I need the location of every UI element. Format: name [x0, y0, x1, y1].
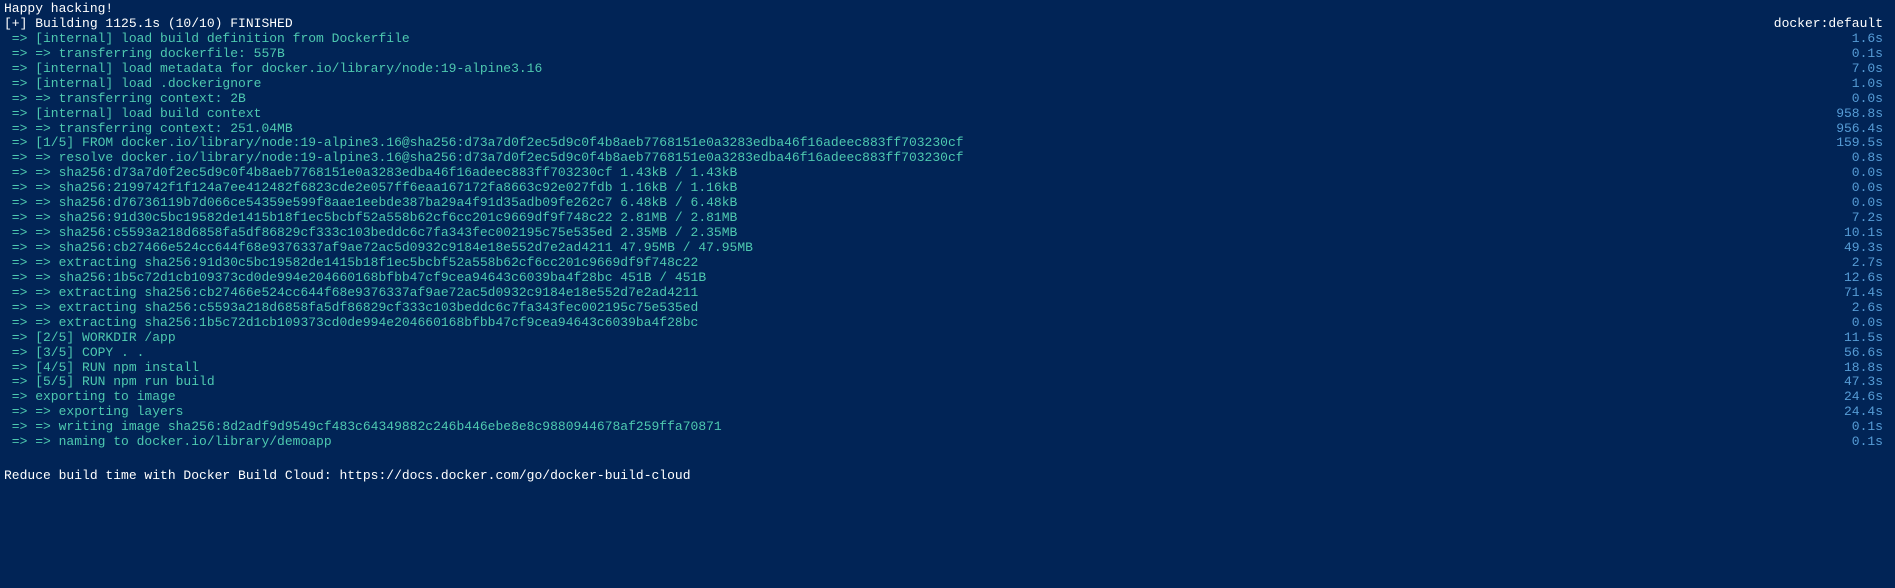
build-step-line: => [internal] load .dockerignore 1.0s	[4, 77, 1891, 92]
build-step-text: => [3/5] COPY . .	[4, 346, 144, 361]
build-status-line: [+] Building 1125.1s (10/10) FINISHED do…	[4, 17, 1891, 32]
build-step-line: => => sha256:d76736119b7d066ce54359e599f…	[4, 196, 1891, 211]
build-step-time: 0.1s	[1852, 420, 1891, 435]
build-step-time: 49.3s	[1844, 241, 1891, 256]
build-step-time: 956.4s	[1836, 122, 1891, 137]
build-step-time: 11.5s	[1844, 331, 1891, 346]
build-step-text: => [internal] load build context	[4, 107, 261, 122]
build-step-text: => => sha256:d76736119b7d066ce54359e599f…	[4, 196, 737, 211]
build-step-text: => => sha256:91d30c5bc19582de1415b18f1ec…	[4, 211, 737, 226]
build-step-text: => => sha256:2199742f1f124a7ee412482f682…	[4, 181, 737, 196]
build-step-text: => => transferring context: 251.04MB	[4, 122, 293, 137]
build-step-time: 24.4s	[1844, 405, 1891, 420]
build-step-time: 2.7s	[1852, 256, 1891, 271]
build-step-text: => => exporting layers	[4, 405, 183, 420]
build-step-line: => => sha256:91d30c5bc19582de1415b18f1ec…	[4, 211, 1891, 226]
build-step-line: => => exporting layers 24.4s	[4, 405, 1891, 420]
build-step-text: => [4/5] RUN npm install	[4, 361, 199, 376]
build-step-time: 18.8s	[1844, 361, 1891, 376]
build-step-time: 159.5s	[1836, 136, 1891, 151]
build-step-time: 0.0s	[1852, 92, 1891, 107]
build-step-text: => [5/5] RUN npm run build	[4, 375, 215, 390]
build-step-line: => => extracting sha256:1b5c72d1cb109373…	[4, 316, 1891, 331]
build-step-time: 958.8s	[1836, 107, 1891, 122]
build-step-time: 56.6s	[1844, 346, 1891, 361]
build-step-line: => [4/5] RUN npm install 18.8s	[4, 361, 1891, 376]
build-status-left: [+] Building 1125.1s (10/10) FINISHED	[4, 17, 293, 32]
build-step-line: => => extracting sha256:91d30c5bc19582de…	[4, 256, 1891, 271]
build-step-time: 2.6s	[1852, 301, 1891, 316]
build-step-line: => [internal] load metadata for docker.i…	[4, 62, 1891, 77]
build-step-time: 47.3s	[1844, 375, 1891, 390]
build-step-text: => => resolve docker.io/library/node:19-…	[4, 151, 964, 166]
build-step-time: 7.2s	[1852, 211, 1891, 226]
build-step-line: => => extracting sha256:c5593a218d6858fa…	[4, 301, 1891, 316]
happy-hacking-text: Happy hacking!	[4, 2, 113, 17]
build-step-line: => exporting to image 24.6s	[4, 390, 1891, 405]
footer-line: Reduce build time with Docker Build Clou…	[4, 469, 1891, 484]
build-step-line: => => transferring context: 2B 0.0s	[4, 92, 1891, 107]
build-step-time: 0.0s	[1852, 181, 1891, 196]
build-step-time: 7.0s	[1852, 62, 1891, 77]
build-step-text: => => transferring context: 2B	[4, 92, 246, 107]
build-step-time: 71.4s	[1844, 286, 1891, 301]
build-step-line: => => naming to docker.io/library/demoap…	[4, 435, 1891, 450]
build-step-text: => => sha256:c5593a218d6858fa5df86829cf3…	[4, 226, 737, 241]
build-step-line: => [internal] load build context 958.8s	[4, 107, 1891, 122]
build-step-text: => => sha256:1b5c72d1cb109373cd0de994e20…	[4, 271, 706, 286]
build-step-line: => [1/5] FROM docker.io/library/node:19-…	[4, 136, 1891, 151]
build-step-line: => [3/5] COPY . . 56.6s	[4, 346, 1891, 361]
build-step-line: => [5/5] RUN npm run build 47.3s	[4, 375, 1891, 390]
build-step-text: => => naming to docker.io/library/demoap…	[4, 435, 332, 450]
blank-line	[4, 450, 1891, 465]
build-status-right: docker:default	[1774, 17, 1891, 32]
build-step-line: => => sha256:c5593a218d6858fa5df86829cf3…	[4, 226, 1891, 241]
build-step-line: => => transferring context: 251.04MB 956.…	[4, 122, 1891, 137]
build-step-text: => [2/5] WORKDIR /app	[4, 331, 176, 346]
build-step-time: 0.8s	[1852, 151, 1891, 166]
happy-hacking-line: Happy hacking!	[4, 2, 1891, 17]
build-step-text: => => extracting sha256:cb27466e524cc644…	[4, 286, 698, 301]
build-step-text: => => extracting sha256:91d30c5bc19582de…	[4, 256, 698, 271]
build-step-time: 0.0s	[1852, 166, 1891, 181]
build-step-time: 1.6s	[1852, 32, 1891, 47]
build-step-text: => => sha256:cb27466e524cc644f68e9376337…	[4, 241, 753, 256]
build-step-text: => [internal] load .dockerignore	[4, 77, 261, 92]
build-step-time: 1.0s	[1852, 77, 1891, 92]
build-step-time: 10.1s	[1844, 226, 1891, 241]
build-step-line: => => sha256:cb27466e524cc644f68e9376337…	[4, 241, 1891, 256]
build-step-line: => => transferring dockerfile: 557B 0.1s	[4, 47, 1891, 62]
footer-text: Reduce build time with Docker Build Clou…	[4, 469, 691, 484]
build-step-time: 0.0s	[1852, 316, 1891, 331]
build-step-text: => [1/5] FROM docker.io/library/node:19-…	[4, 136, 964, 151]
build-step-line: => [2/5] WORKDIR /app 11.5s	[4, 331, 1891, 346]
build-steps-container: => [internal] load build definition from…	[4, 32, 1891, 450]
build-step-time: 0.1s	[1852, 435, 1891, 450]
build-step-line: => => sha256:d73a7d0f2ec5d9c0f4b8aeb7768…	[4, 166, 1891, 181]
build-step-line: => => extracting sha256:cb27466e524cc644…	[4, 286, 1891, 301]
build-step-time: 0.1s	[1852, 47, 1891, 62]
build-step-text: => => extracting sha256:1b5c72d1cb109373…	[4, 316, 698, 331]
build-step-time: 24.6s	[1844, 390, 1891, 405]
build-step-line: => [internal] load build definition from…	[4, 32, 1891, 47]
build-step-text: => => transferring dockerfile: 557B	[4, 47, 285, 62]
build-step-line: => => resolve docker.io/library/node:19-…	[4, 151, 1891, 166]
build-step-time: 0.0s	[1852, 196, 1891, 211]
build-step-text: => [internal] load build definition from…	[4, 32, 410, 47]
build-step-line: => => sha256:2199742f1f124a7ee412482f682…	[4, 181, 1891, 196]
build-step-text: => => writing image sha256:8d2adf9d9549c…	[4, 420, 722, 435]
build-step-text: => [internal] load metadata for docker.i…	[4, 62, 542, 77]
build-step-text: => => extracting sha256:c5593a218d6858fa…	[4, 301, 698, 316]
build-step-text: => => sha256:d73a7d0f2ec5d9c0f4b8aeb7768…	[4, 166, 737, 181]
build-step-text: => exporting to image	[4, 390, 176, 405]
build-step-line: => => sha256:1b5c72d1cb109373cd0de994e20…	[4, 271, 1891, 286]
build-step-time: 12.6s	[1844, 271, 1891, 286]
build-step-line: => => writing image sha256:8d2adf9d9549c…	[4, 420, 1891, 435]
